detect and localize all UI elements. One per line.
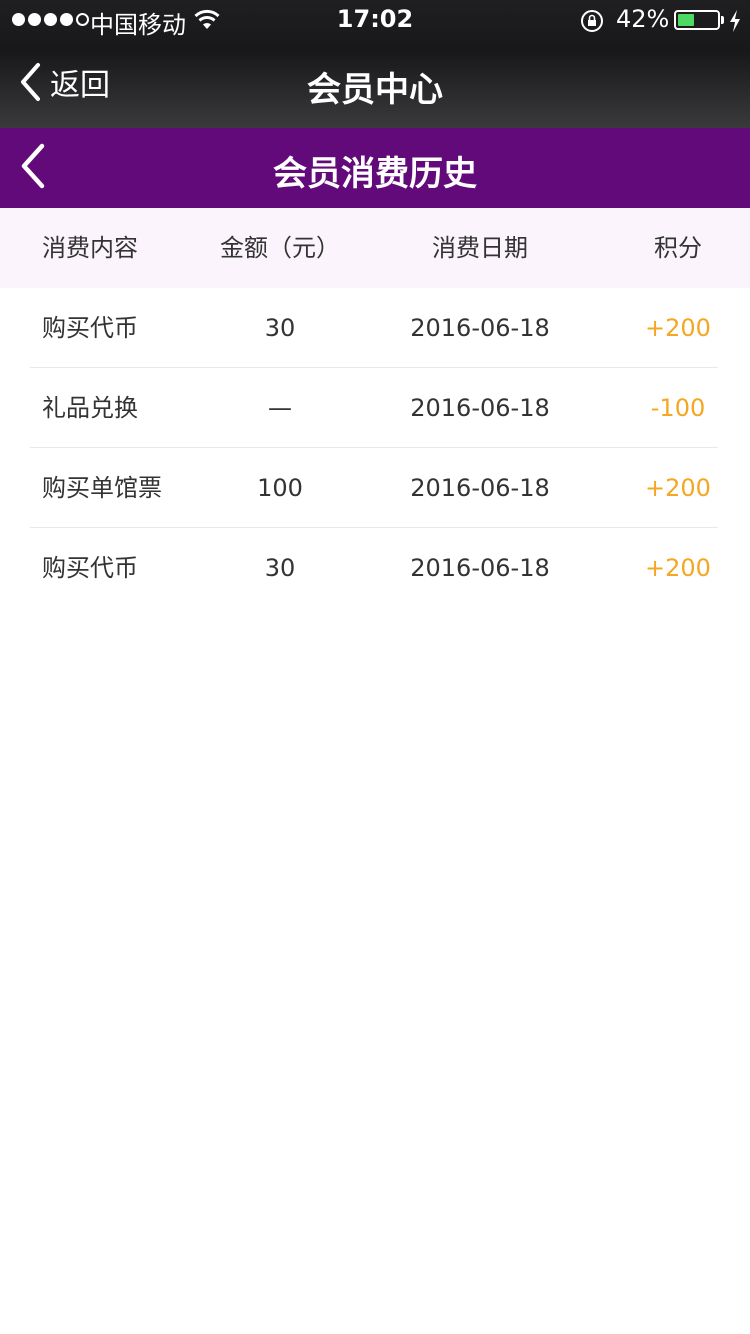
charging-bolt-icon [730, 10, 740, 32]
page-title: 会员消费历史 [273, 154, 477, 194]
row-item: 礼品兑换 [42, 394, 138, 422]
column-header-points: 积分 [654, 234, 702, 262]
screen: 中国移动 17:02 42% 返回 会员中心 会员消费历史 消费内容 金额（元）… [0, 0, 750, 1334]
battery-level-fill [678, 14, 694, 26]
status-bar: 中国移动 17:02 42% [0, 0, 750, 40]
row-date: 2016-06-18 [410, 474, 550, 502]
table-row: 购买代币 30 2016-06-18 +200 [0, 528, 750, 608]
row-date: 2016-06-18 [410, 314, 550, 342]
table-row: 购买代币 30 2016-06-18 +200 [0, 288, 750, 368]
rotation-lock-icon [581, 10, 603, 32]
nav-title: 会员中心 [307, 70, 443, 110]
table-header: 消费内容 金额（元） 消费日期 积分 [0, 208, 750, 288]
row-item: 购买代币 [42, 554, 138, 582]
row-points: -100 [650, 394, 706, 422]
row-points: +200 [645, 474, 711, 502]
row-points: +200 [645, 554, 711, 582]
battery-icon [674, 10, 720, 30]
row-amount: 30 [264, 554, 296, 582]
page-header: 会员消费历史 [0, 128, 750, 208]
history-list: 购买代币 30 2016-06-18 +200 礼品兑换 — 2016-06-1… [0, 288, 750, 608]
row-amount: 30 [264, 314, 296, 342]
row-points: +200 [645, 314, 711, 342]
column-header-date: 消费日期 [432, 234, 528, 262]
navigation-bar: 返回 会员中心 [0, 40, 750, 128]
row-item: 购买单馆票 [42, 474, 162, 502]
column-header-amount: 金额（元） [220, 234, 340, 262]
table-row: 购买单馆票 100 2016-06-18 +200 [0, 448, 750, 528]
row-amount: — [268, 394, 292, 422]
table-row: 礼品兑换 — 2016-06-18 -100 [0, 368, 750, 448]
row-amount: 100 [257, 474, 303, 502]
battery-percent: 42% [616, 5, 670, 33]
row-date: 2016-06-18 [410, 394, 550, 422]
row-date: 2016-06-18 [410, 554, 550, 582]
column-header-item: 消费内容 [42, 234, 138, 262]
row-item: 购买代币 [42, 314, 138, 342]
battery-tip [721, 16, 724, 24]
